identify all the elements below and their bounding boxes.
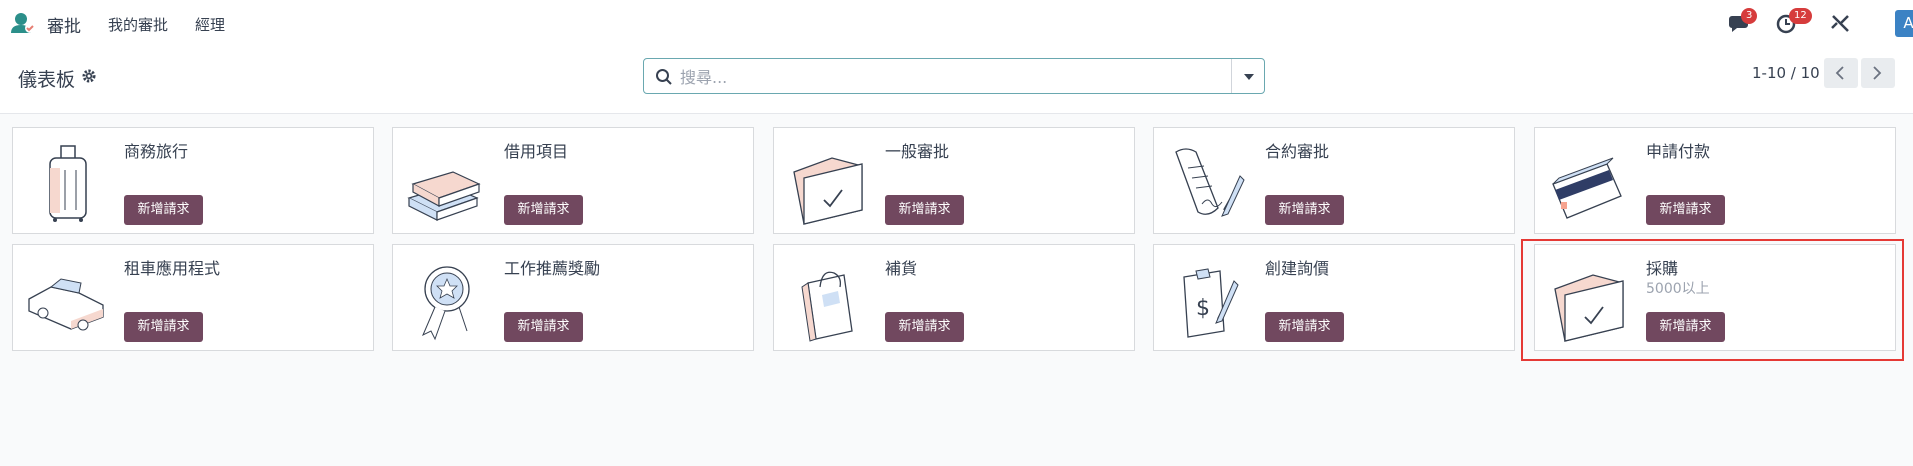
folder-check-icon [793,157,863,225]
approval-card-car-rental[interactable]: 租車應用程式 新增請求 [12,244,374,351]
new-request-button[interactable]: 新增請求 [1646,312,1725,342]
new-request-button[interactable]: 新增請求 [504,312,583,342]
approval-card-restock[interactable]: 補貨 新增請求 [773,244,1135,351]
breadcrumb: 儀表板 [18,69,76,91]
tools-icon[interactable] [1829,12,1853,34]
card-title: 申請付款 [1646,142,1711,161]
pager-next-button[interactable] [1861,58,1895,88]
folder-check-icon [1554,274,1624,342]
new-request-button[interactable]: 新增請求 [1265,312,1344,342]
card-title: 租車應用程式 [124,259,221,278]
card-title: 一般審批 [885,142,950,161]
approvals-logo-icon[interactable] [10,11,36,35]
card-title: 採購 [1646,259,1679,278]
card-title: 商務旅行 [124,142,189,161]
contract-icon [1175,148,1245,217]
books-icon [407,171,481,221]
approval-card-referral-bonus[interactable]: 工作推薦獎勵 新增請求 [392,244,754,351]
approval-card-create-rfq[interactable]: $ 創建詢價 新增請求 [1153,244,1515,351]
shopping-bag-icon [801,271,853,342]
chevron-right-icon [1873,66,1882,80]
approval-card-general[interactable]: 一般審批 新增請求 [773,127,1135,234]
new-request-button[interactable]: 新增請求 [1646,195,1725,225]
top-navbar: 審批 我的審批 經理 3 12 A [0,0,1913,46]
approval-card-business-trip[interactable]: 商務旅行 新增請求 [12,127,374,234]
nav-item-my-approvals[interactable]: 我的審批 [108,14,168,35]
award-icon [422,266,470,341]
card-title: 創建詢價 [1265,259,1330,278]
card-title: 合約審批 [1265,142,1330,161]
luggage-icon [49,145,87,222]
search-bar [643,58,1265,94]
search-input[interactable] [680,65,1220,89]
control-panel: 儀表板 1-10 / 10 [0,46,1913,114]
new-request-button[interactable]: 新增請求 [1265,195,1344,225]
approval-card-contract[interactable]: 合約審批 新增請求 [1153,127,1515,234]
clipboard-dollar-icon: $ [1183,268,1239,338]
car-icon [28,278,104,331]
new-request-button[interactable]: 新增請求 [504,195,583,225]
approval-card-purchase[interactable]: 採購 5000以上 新增請求 [1534,244,1896,351]
card-title: 借用項目 [504,142,569,161]
search-icon [656,69,672,85]
user-avatar[interactable]: A [1895,10,1913,37]
credit-card-icon [1552,157,1622,219]
chevron-left-icon [1835,66,1844,80]
new-request-button[interactable]: 新增請求 [885,312,964,342]
messages-badge: 3 [1741,8,1758,24]
nav-item-manager[interactable]: 經理 [195,14,225,35]
approval-card-borrow-items[interactable]: 借用項目 新增請求 [392,127,754,234]
app-title[interactable]: 審批 [47,12,81,37]
card-title: 工作推薦獎勵 [504,259,601,278]
new-request-button[interactable]: 新增請求 [124,312,203,342]
new-request-button[interactable]: 新增請求 [124,195,203,225]
gear-icon[interactable] [81,68,97,84]
approval-card-payment[interactable]: 申請付款 新增請求 [1534,127,1896,234]
pager-value[interactable]: 1-10 / 10 [1752,64,1820,82]
new-request-button[interactable]: 新增請求 [885,195,964,225]
card-title: 補貨 [885,259,918,278]
card-subtitle: 5000以上 [1646,281,1710,297]
svg-text:$: $ [1196,296,1210,321]
search-options-toggle[interactable] [1231,59,1264,93]
pager-previous-button[interactable] [1824,58,1858,88]
activities-badge: 12 [1789,8,1812,24]
